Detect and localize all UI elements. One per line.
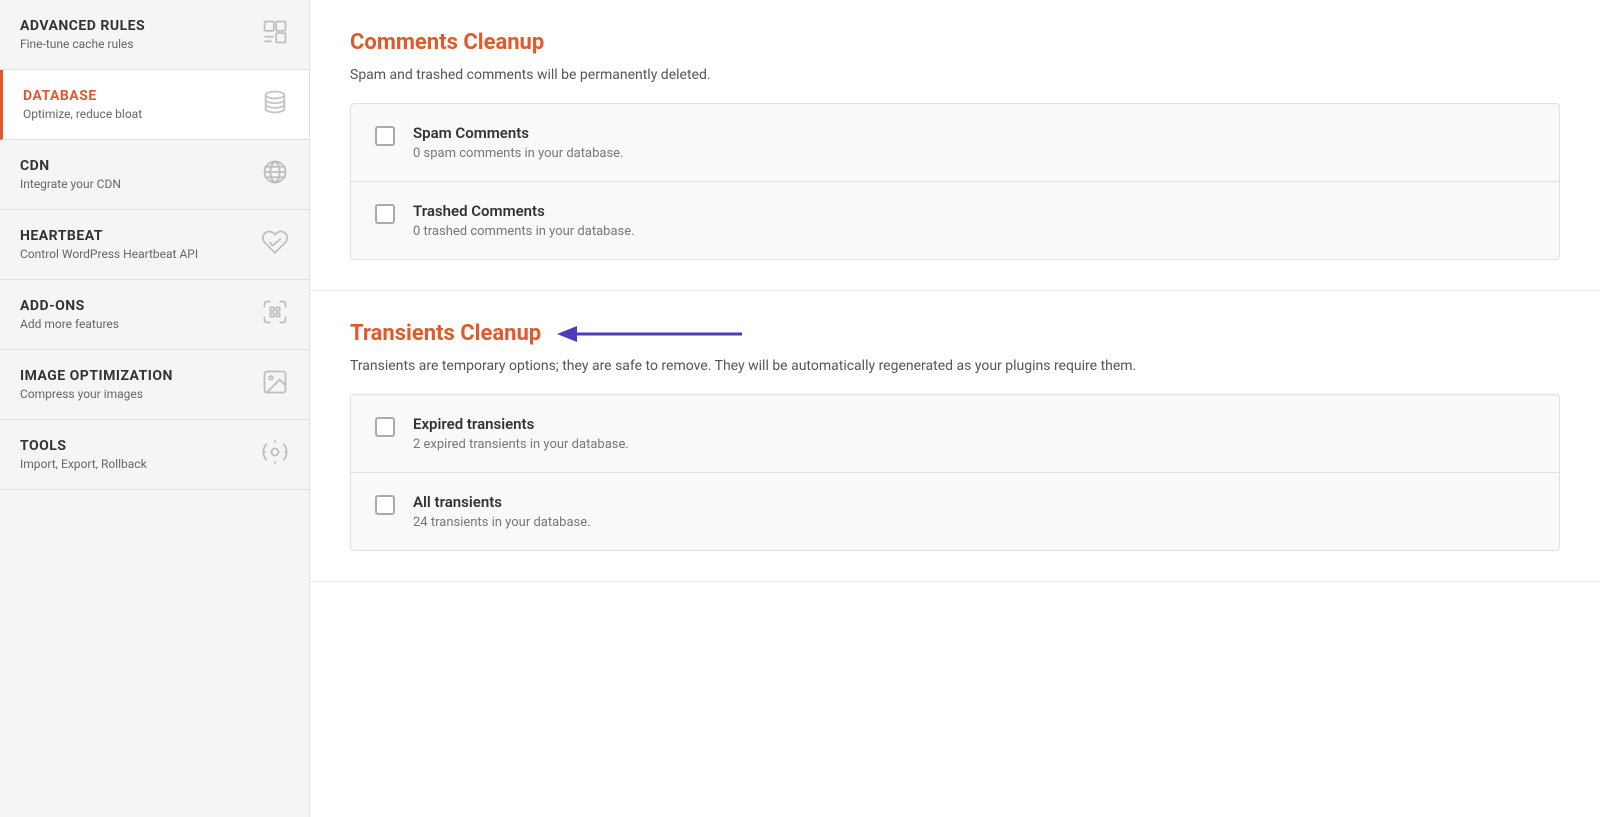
- sidebar-item-advanced-rules-subtitle: Fine-tune cache rules: [20, 37, 261, 51]
- comments-cleanup-section: Comments Cleanup Spam and trashed commen…: [310, 0, 1600, 291]
- sidebar-item-image-optimization-subtitle: Compress your images: [20, 387, 261, 401]
- expired-transients-checkbox[interactable]: [375, 417, 395, 437]
- expired-transients-desc: 2 expired transients in your database.: [413, 437, 629, 452]
- heartbeat-icon: [261, 228, 289, 261]
- sidebar-item-database-subtitle: Optimize, reduce bloat: [23, 107, 261, 121]
- trashed-comments-row: Trashed Comments 0 trashed comments in y…: [351, 182, 1559, 259]
- spam-comments-row: Spam Comments 0 spam comments in your da…: [351, 104, 1559, 182]
- expired-transients-row: Expired transients 2 expired transients …: [351, 395, 1559, 473]
- arrow-annotation: [557, 326, 747, 342]
- sidebar-item-database[interactable]: DATABASE Optimize, reduce bloat: [0, 70, 309, 140]
- all-transients-desc: 24 transients in your database.: [413, 515, 591, 530]
- comments-cleanup-description: Spam and trashed comments will be perman…: [350, 67, 1560, 83]
- transients-options-box: Expired transients 2 expired transients …: [350, 394, 1560, 551]
- transients-title-row: Transients Cleanup: [350, 321, 1560, 346]
- sidebar-item-heartbeat-title: HEARTBEAT: [20, 228, 261, 244]
- spam-comments-desc: 0 spam comments in your database.: [413, 146, 623, 161]
- comments-options-box: Spam Comments 0 spam comments in your da…: [350, 103, 1560, 260]
- sidebar-item-tools[interactable]: TOOLS Import, Export, Rollback: [0, 420, 309, 490]
- sidebar-item-cdn-title: CDN: [20, 158, 261, 174]
- sidebar-item-tools-subtitle: Import, Export, Rollback: [20, 457, 261, 471]
- sidebar-item-tools-title: TOOLS: [20, 438, 261, 454]
- sidebar-item-heartbeat[interactable]: HEARTBEAT Control WordPress Heartbeat AP…: [0, 210, 309, 280]
- database-icon: [261, 88, 289, 121]
- addons-icon: [261, 298, 289, 331]
- spam-comments-checkbox[interactable]: [375, 126, 395, 146]
- sidebar-item-cdn-subtitle: Integrate your CDN: [20, 177, 261, 191]
- sidebar-item-advanced-rules[interactable]: ADVANCED RULES Fine-tune cache rules: [0, 0, 309, 70]
- all-transients-checkbox[interactable]: [375, 495, 395, 515]
- sidebar-item-addons-title: ADD-ONS: [20, 298, 261, 314]
- transients-cleanup-title: Transients Cleanup: [350, 321, 541, 346]
- image-optimization-icon: [261, 368, 289, 401]
- transients-cleanup-section: Transients Cleanup Transients are tempor…: [310, 291, 1600, 582]
- sidebar-item-database-title: DATABASE: [23, 88, 261, 104]
- expired-transients-label: Expired transients: [413, 415, 629, 433]
- tools-icon: [261, 438, 289, 471]
- sidebar-item-image-optimization[interactable]: IMAGE OPTIMIZATION Compress your images: [0, 350, 309, 420]
- sidebar-item-cdn[interactable]: CDN Integrate your CDN: [0, 140, 309, 210]
- sidebar-item-addons-subtitle: Add more features: [20, 317, 261, 331]
- cdn-icon: [261, 158, 289, 191]
- main-content: Comments Cleanup Spam and trashed commen…: [310, 0, 1600, 817]
- sidebar-item-image-optimization-title: IMAGE OPTIMIZATION: [20, 368, 261, 384]
- trashed-comments-checkbox[interactable]: [375, 204, 395, 224]
- sidebar: ADVANCED RULES Fine-tune cache rules DAT…: [0, 0, 310, 817]
- sidebar-item-addons[interactable]: ADD-ONS Add more features: [0, 280, 309, 350]
- rules-icon: [261, 18, 289, 51]
- arrow-graphic: [557, 326, 747, 342]
- all-transients-row: All transients 24 transients in your dat…: [351, 473, 1559, 550]
- trashed-comments-label: Trashed Comments: [413, 202, 635, 220]
- all-transients-label: All transients: [413, 493, 591, 511]
- comments-cleanup-title: Comments Cleanup: [350, 30, 1560, 55]
- spam-comments-label: Spam Comments: [413, 124, 623, 142]
- arrow-svg: [557, 326, 747, 342]
- sidebar-item-advanced-rules-title: ADVANCED RULES: [20, 18, 261, 34]
- sidebar-item-heartbeat-subtitle: Control WordPress Heartbeat API: [20, 247, 261, 261]
- trashed-comments-desc: 0 trashed comments in your database.: [413, 224, 635, 239]
- transients-cleanup-description: Transients are temporary options; they a…: [350, 358, 1560, 374]
